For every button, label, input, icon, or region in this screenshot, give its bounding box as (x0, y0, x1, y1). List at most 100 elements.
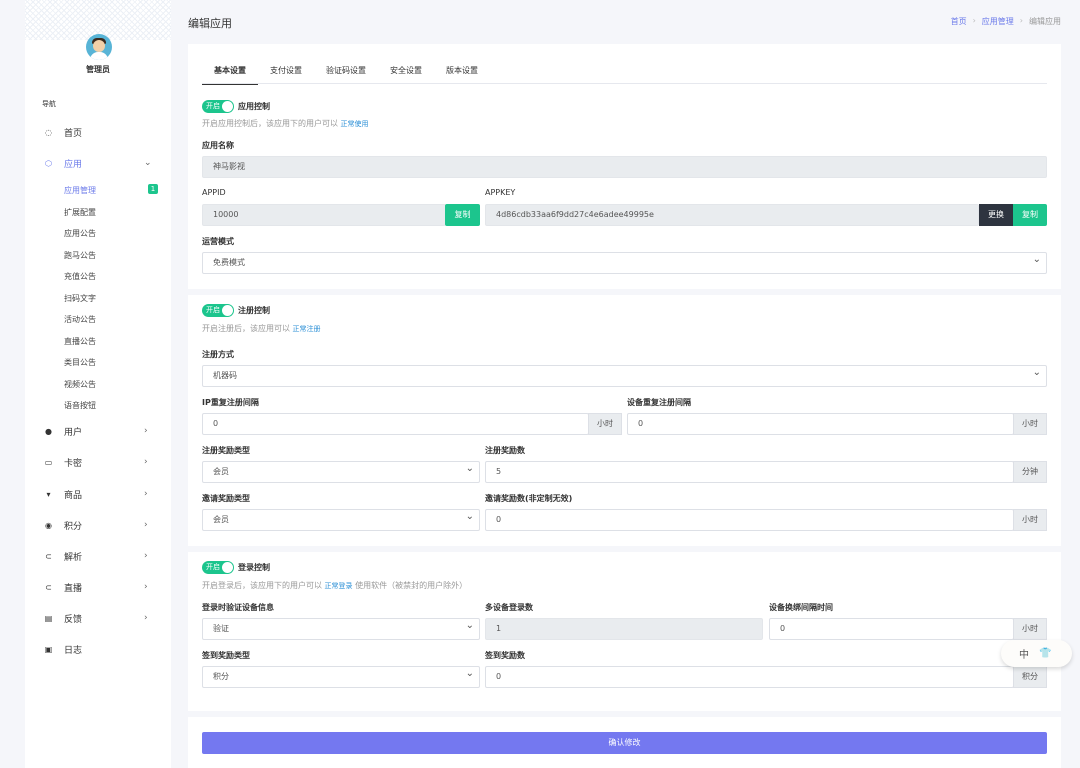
coin-icon: ◉ (45, 520, 52, 530)
sidebar-item-points[interactable]: ◉ 积分 › (25, 515, 171, 535)
app-control-toggle[interactable]: 开启 (202, 100, 234, 113)
sign-num-label: 签到奖励数 (485, 651, 525, 660)
sub-item-recharge[interactable]: 充值公告 (64, 271, 96, 282)
cube-icon: ⬡ (45, 158, 52, 168)
ime-indicator[interactable]: 中 👕 (1001, 640, 1072, 667)
confirm-button[interactable]: 确认修改 (202, 732, 1047, 754)
cart-icon: ▾ (46, 489, 51, 499)
chevron-right-icon: › (144, 489, 148, 499)
app-name-field[interactable]: 神马影视 (202, 156, 1047, 178)
sidebar-item-label: 解析 (64, 552, 83, 563)
reward-type-label: 注册奖励类型 (202, 446, 250, 455)
sub-item-activity[interactable]: 活动公告 (64, 314, 96, 325)
sign-num-input[interactable]: 0 (485, 666, 1014, 688)
sidebar-item-home[interactable]: ◌ 首页 (25, 122, 171, 142)
chevron-right-icon: › (144, 457, 148, 467)
hint-link: 正常登录 (324, 582, 353, 590)
tab-version[interactable]: 版本设置 (434, 62, 490, 84)
verify-device-select[interactable]: 验证 (202, 616, 480, 640)
reward-type-select[interactable]: 会员 (202, 459, 480, 483)
rebind-interval-input[interactable]: 0 (769, 618, 1014, 640)
sidebar-item-cards[interactable]: ▭ 卡密 › (25, 452, 171, 472)
chevron-down-icon: ⌄ (144, 158, 152, 168)
sidebar-item-label: 首页 (64, 128, 83, 139)
ip-interval-input[interactable]: 0 (202, 413, 589, 435)
breadcrumb-app-manage[interactable]: 应用管理 (982, 16, 1014, 27)
reward-num-input[interactable]: 5 (485, 461, 1014, 483)
hour-unit: 小时 (1013, 618, 1047, 640)
settings-tabs: 基本设置 支付设置 验证码设置 安全设置 版本设置 (202, 62, 1047, 85)
copy-appid-button[interactable]: 复制 (445, 204, 480, 226)
sidebar: 管理员 导航 ◌ 首页 ⬡ 应用 ⌄ 应用管理 1 扩展配置 应用公告 跑马公告… (25, 0, 171, 768)
mode-select[interactable]: 免费模式 (202, 250, 1047, 274)
change-appkey-button[interactable]: 更换 (979, 204, 1013, 226)
hour-unit: 小时 (588, 413, 622, 435)
sidebar-item-live[interactable]: ⊂ 直播 › (25, 577, 171, 597)
app-control-label: 应用控制 (238, 102, 270, 111)
minute-unit: 分钟 (1013, 461, 1047, 483)
login-control-toggle[interactable]: 开启 (202, 561, 234, 574)
sub-item-live[interactable]: 直播公告 (64, 336, 96, 347)
hint-link: 正常注册 (292, 325, 321, 333)
sidebar-item-parse[interactable]: ⊂ 解析 › (25, 546, 171, 566)
avatar[interactable] (86, 34, 112, 60)
sub-item-extend[interactable]: 扩展配置 (64, 207, 96, 218)
sub-item-voice[interactable]: 语音按钮 (64, 400, 96, 411)
breadcrumb-home[interactable]: 首页 (951, 16, 967, 27)
sidebar-item-users[interactable]: ● 用户 › (25, 421, 171, 441)
multi-device-label: 多设备登录数 (485, 603, 533, 612)
invite-num-input[interactable]: 0 (485, 509, 1014, 531)
sidebar-item-label: 日志 (64, 645, 83, 656)
page-title: 编辑应用 (188, 17, 232, 30)
register-control-toggle[interactable]: 开启 (202, 304, 234, 317)
circle-icon: ◌ (45, 127, 52, 137)
log-icon: ▣ (44, 644, 53, 654)
multi-device-field[interactable]: 1 (485, 618, 763, 640)
sidebar-item-label: 应用 (64, 159, 83, 170)
sidebar-item-label: 卡密 (64, 458, 83, 469)
sidebar-item-label: 直播 (64, 583, 83, 594)
sub-item-video[interactable]: 视频公告 (64, 379, 96, 390)
hint-text: 开启注册后，该应用可以 (202, 324, 290, 333)
ip-interval-label: IP重复注册间隔 (202, 398, 259, 407)
sub-item-category[interactable]: 类目公告 (64, 357, 96, 368)
breadcrumb: 首页 › 应用管理 › 编辑应用 (951, 16, 1061, 27)
device-interval-input[interactable]: 0 (627, 413, 1014, 435)
login-settings-card: 开启 登录控制 开启登录后，该应用下的用户可以 正常登录 使用软件（被禁封的用户… (188, 552, 1061, 711)
link-icon: ⊂ (45, 551, 52, 561)
chevron-right-icon: › (144, 426, 148, 436)
sub-item-marquee[interactable]: 跑马公告 (64, 250, 96, 261)
sidebar-item-label: 积分 (64, 521, 83, 532)
hint-text: 开启登录后，该应用下的用户可以 (202, 581, 322, 590)
tab-captcha[interactable]: 验证码设置 (314, 62, 378, 84)
invite-type-select[interactable]: 会员 (202, 507, 480, 531)
sidebar-item-apps[interactable]: ⬡ 应用 ⌄ (25, 153, 171, 173)
sign-type-select[interactable]: 积分 (202, 664, 480, 688)
hour-unit: 小时 (1013, 413, 1047, 435)
appid-field[interactable]: 10000 (202, 204, 446, 226)
device-interval-label: 设备重复注册间隔 (627, 398, 691, 407)
sub-item-app-notice[interactable]: 应用公告 (64, 228, 96, 239)
copy-appkey-button[interactable]: 复制 (1013, 204, 1047, 226)
verify-device-label: 登录时验证设备信息 (202, 603, 274, 612)
sidebar-item-log[interactable]: ▣ 日志 (25, 639, 171, 659)
sidebar-item-label: 反馈 (64, 614, 83, 625)
app-name-label: 应用名称 (202, 141, 234, 150)
app-control-hint: 开启应用控制后，该应用下的用户可以 正常使用 (202, 118, 369, 129)
sub-item-app-manage[interactable]: 应用管理 (64, 185, 96, 196)
appkey-field[interactable]: 4d86cdb33aa6f9dd27c4e6adee49995e (485, 204, 979, 226)
register-method-select[interactable]: 机器码 (202, 363, 1047, 387)
points-unit: 积分 (1013, 666, 1047, 688)
invite-type-label: 邀请奖励类型 (202, 494, 250, 503)
sub-item-scan-text[interactable]: 扫码文字 (64, 293, 96, 304)
sidebar-item-goods[interactable]: ▾ 商品 › (25, 484, 171, 504)
sidebar-item-label: 商品 (64, 490, 83, 501)
tab-security[interactable]: 安全设置 (378, 62, 434, 84)
tab-basic[interactable]: 基本设置 (202, 62, 258, 85)
submit-card: 确认修改 (188, 717, 1061, 768)
tab-payment[interactable]: 支付设置 (258, 62, 314, 84)
breadcrumb-separator: › (1019, 16, 1023, 25)
nav-title: 导航 (42, 100, 56, 108)
hint-tail: 使用软件（被禁封的用户除外） (355, 581, 468, 590)
sidebar-item-feedback[interactable]: ▤ 反馈 › (25, 608, 171, 628)
